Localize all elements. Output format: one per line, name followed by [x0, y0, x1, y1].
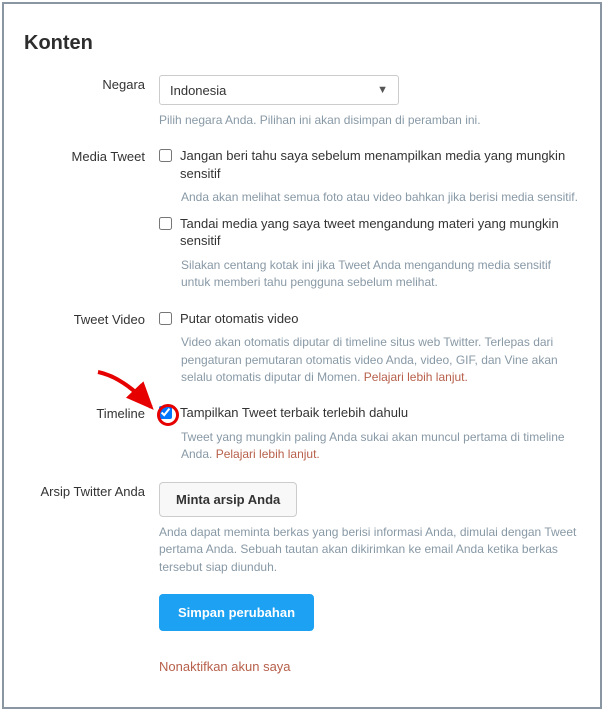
- autoplay-video-help: Video akan otomatis diputar di timeline …: [181, 334, 580, 386]
- media-sensitive-mark-label: Tandai media yang saya tweet mengandung …: [180, 215, 580, 250]
- media-tweet-label: Media Tweet: [24, 147, 159, 164]
- country-label: Negara: [24, 75, 159, 92]
- save-changes-button[interactable]: Simpan perubahan: [159, 594, 314, 631]
- chevron-down-icon: ▼: [377, 84, 388, 96]
- deactivate-account-link[interactable]: Nonaktifkan akun saya: [159, 659, 580, 674]
- media-sensitive-mark-help: Silakan centang kotak ini jika Tweet And…: [181, 257, 580, 292]
- autoplay-video-label: Putar otomatis video: [180, 310, 299, 328]
- timeline-label: Timeline: [24, 404, 159, 421]
- media-tweet-row: Media Tweet Jangan beri tahu saya sebelu…: [24, 147, 580, 291]
- timeline-row: Timeline Tampilkan Tweet terbaik terlebi…: [24, 404, 580, 463]
- timeline-best-first-label: Tampilkan Tweet terbaik terlebih dahulu: [180, 404, 408, 422]
- archive-row: Arsip Twitter Anda Minta arsip Anda Anda…: [24, 482, 580, 576]
- timeline-help: Tweet yang mungkin paling Anda sukai aka…: [181, 429, 580, 464]
- country-value: Indonesia: [170, 83, 226, 98]
- media-sensitive-mark-checkbox[interactable]: [159, 217, 172, 230]
- archive-label: Arsip Twitter Anda: [24, 482, 159, 499]
- media-sensitive-warn-help: Anda akan melihat semua foto atau video …: [181, 189, 580, 206]
- country-row: Negara Indonesia ▼ Pilih negara Anda. Pi…: [24, 75, 580, 129]
- timeline-learn-more-link[interactable]: Pelajari lebih lanjut.: [216, 447, 320, 461]
- media-sensitive-warn-checkbox[interactable]: [159, 149, 172, 162]
- timeline-best-first-checkbox[interactable]: [159, 406, 172, 419]
- save-row: Simpan perubahan: [24, 594, 580, 631]
- country-select[interactable]: Indonesia ▼: [159, 75, 399, 105]
- tweet-video-row: Tweet Video Putar otomatis video Video a…: [24, 310, 580, 387]
- country-help: Pilih negara Anda. Pilihan ini akan disi…: [159, 112, 580, 129]
- page-title: Konten: [24, 32, 580, 55]
- autoplay-learn-more-link[interactable]: Pelajari lebih lanjut.: [364, 370, 468, 384]
- media-sensitive-warn-label: Jangan beri tahu saya sebelum menampilka…: [180, 147, 580, 182]
- archive-help: Anda dapat meminta berkas yang berisi in…: [159, 524, 580, 576]
- autoplay-video-checkbox[interactable]: [159, 312, 172, 325]
- tweet-video-label: Tweet Video: [24, 310, 159, 327]
- request-archive-button[interactable]: Minta arsip Anda: [159, 482, 297, 517]
